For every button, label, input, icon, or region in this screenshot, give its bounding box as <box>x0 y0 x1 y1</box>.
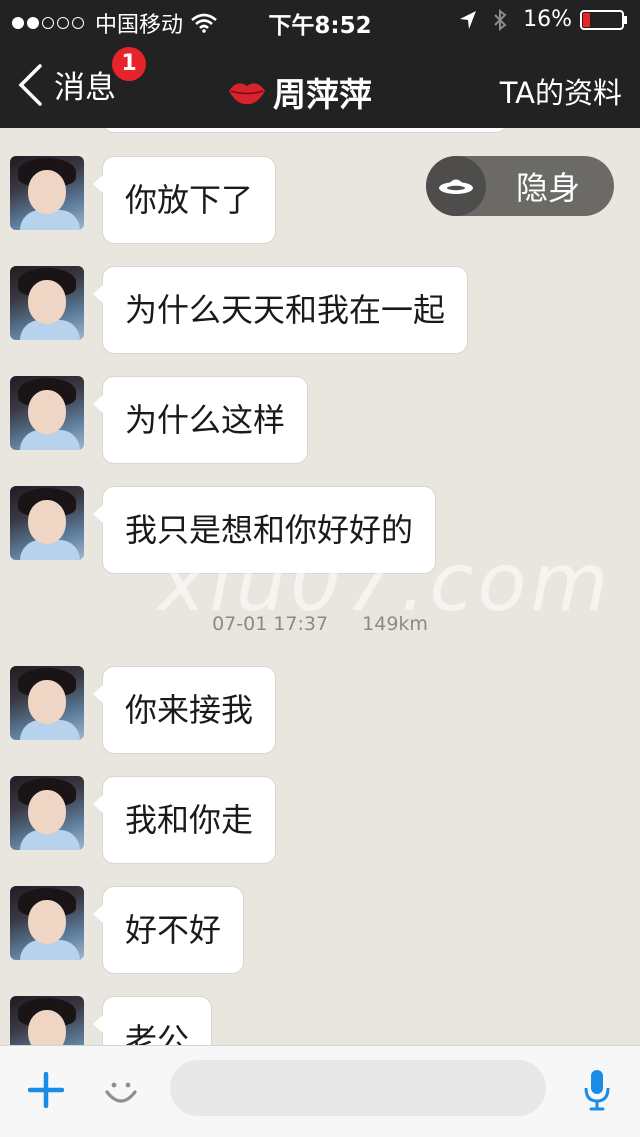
battery-icon <box>580 9 627 30</box>
avatar[interactable] <box>10 996 84 1045</box>
back-label: 消息 <box>54 70 116 106</box>
plus-icon[interactable] <box>28 1072 64 1108</box>
chat-title: 周萍萍 <box>273 75 372 114</box>
status-bar: 中国移动 下午8:52 16% <box>0 0 640 40</box>
back-button[interactable]: 消息 <box>16 62 116 107</box>
chat-title-group: 周萍萍 <box>227 68 372 116</box>
battery-percent: 16% <box>523 7 572 32</box>
input-bar <box>0 1045 640 1137</box>
avatar[interactable] <box>10 666 84 740</box>
location-arrow-icon <box>460 10 477 29</box>
avatar[interactable] <box>10 156 84 230</box>
message-bubble[interactable]: 你来接我 <box>92 666 277 754</box>
header: 中国移动 下午8:52 16% 消息 1 周萍萍 TA的资料 <box>0 0 640 128</box>
profile-link[interactable]: TA的资料 <box>500 70 622 112</box>
chat-area[interactable]: 你放下了 为什么天天和我在一起 为什么这样 我只是想和你好好的 xiu07.co… <box>0 128 640 1045</box>
bluetooth-icon <box>494 8 507 31</box>
avatar[interactable] <box>10 886 84 960</box>
message-bubble[interactable]: 老公 <box>92 996 213 1045</box>
ufo-icon <box>439 179 473 194</box>
message-bubble[interactable]: 为什么天天和我在一起 <box>92 266 469 354</box>
stealth-toggle[interactable]: 隐身 <box>426 156 614 216</box>
microphone-icon[interactable] <box>583 1068 611 1112</box>
lips-icon <box>229 83 265 105</box>
message-distance: 149km <box>362 613 428 635</box>
nav-bar: 消息 1 周萍萍 TA的资料 <box>0 40 640 128</box>
avatar[interactable] <box>10 376 84 450</box>
message-bubble[interactable]: 好不好 <box>92 886 245 974</box>
message-bubble[interactable]: 你放下了 <box>92 156 277 244</box>
message-bubble[interactable]: 我和你走 <box>92 776 277 864</box>
message-bubble[interactable]: 为什么这样 <box>92 376 309 464</box>
status-right: 16% <box>459 7 628 32</box>
avatar[interactable] <box>10 486 84 560</box>
message-timestamp: 07-01 17:37 <box>212 613 329 635</box>
stealth-icon-wrap <box>426 156 486 216</box>
avatar[interactable] <box>10 776 84 850</box>
stealth-label: 隐身 <box>516 169 581 207</box>
chevron-left-icon <box>18 63 42 106</box>
partial-message-bubble <box>102 128 508 133</box>
message-meta: 07-01 17:37 149km <box>0 613 640 635</box>
avatar[interactable] <box>10 266 84 340</box>
emoji-icon[interactable] <box>102 1072 140 1110</box>
unread-badge: 1 <box>112 47 146 81</box>
message-input[interactable] <box>170 1060 546 1116</box>
